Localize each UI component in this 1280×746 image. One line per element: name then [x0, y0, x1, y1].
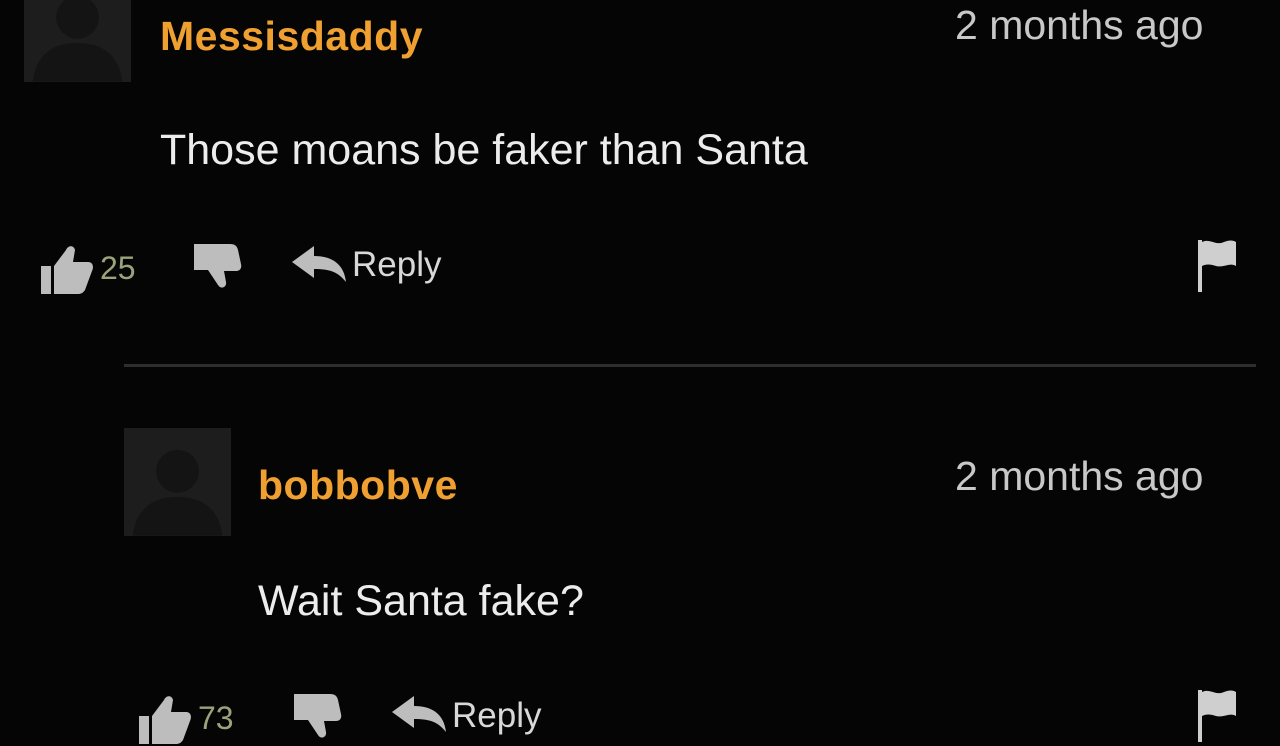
- thumbs-up-icon: [139, 696, 191, 744]
- reply-button[interactable]: [390, 694, 448, 734]
- avatar-silhouette-icon: [124, 428, 231, 536]
- flag-button[interactable]: [1196, 688, 1238, 744]
- thumbs-down-icon: [294, 694, 342, 738]
- flag-icon: [1198, 690, 1236, 742]
- reply-label[interactable]: Reply: [452, 696, 541, 736]
- dislike-button[interactable]: [290, 690, 344, 740]
- reply-arrow-icon: [392, 696, 446, 732]
- like-button[interactable]: [136, 692, 192, 746]
- like-count: 73: [198, 700, 234, 736]
- comment-reply: bobbobve 2 months ago Wait Santa fake? 7…: [0, 0, 1280, 744]
- comment-timestamp: 2 months ago: [955, 453, 1204, 499]
- comment-text: Wait Santa fake?: [258, 577, 584, 625]
- avatar[interactable]: [124, 428, 231, 536]
- comment-username[interactable]: bobbobve: [258, 462, 458, 509]
